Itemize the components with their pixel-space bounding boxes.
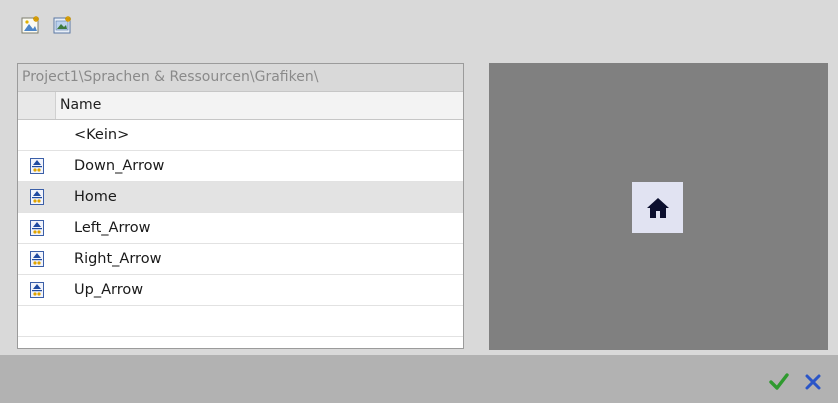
- icon-column-header: [18, 92, 56, 119]
- graphic-file-icon: [29, 251, 44, 267]
- dialog-footer: [0, 355, 838, 403]
- new-graphic-icon: [21, 16, 39, 34]
- graphic-preview-panel: [489, 63, 828, 350]
- toolbar: [18, 12, 76, 40]
- add-graphic-from-file-icon: [53, 16, 71, 34]
- path-breadcrumb: Project1\Sprachen & Ressourcen\Grafiken\: [18, 64, 463, 92]
- ok-button[interactable]: [766, 369, 791, 394]
- list-item-label: Left_Arrow: [74, 220, 151, 236]
- add-graphic-from-file-button[interactable]: [50, 12, 76, 38]
- list-item-home[interactable]: Home: [18, 182, 463, 213]
- list-item-left-arrow[interactable]: Left_Arrow: [18, 213, 463, 244]
- graphic-file-icon: [29, 220, 44, 236]
- graphic-file-icon: [29, 189, 44, 205]
- list-item-kein[interactable]: <Kein>: [18, 120, 463, 151]
- empty-row: [18, 306, 463, 337]
- preview-thumbnail: [632, 182, 683, 233]
- close-icon: [805, 374, 820, 389]
- list-item-down-arrow[interactable]: Down_Arrow: [18, 151, 463, 182]
- checkmark-icon: [768, 372, 789, 390]
- list-column-header: Name: [18, 92, 463, 120]
- list-item-label: Home: [74, 189, 117, 205]
- new-graphic-button[interactable]: [18, 12, 44, 38]
- list-item-up-arrow[interactable]: Up_Arrow: [18, 275, 463, 306]
- graphic-file-icon: [29, 282, 44, 298]
- graphic-file-icon: [29, 158, 44, 174]
- cancel-button[interactable]: [800, 369, 825, 394]
- home-icon: [646, 197, 669, 218]
- list-item-label: <Kein>: [74, 127, 130, 143]
- list-item-label: Up_Arrow: [74, 282, 144, 298]
- list-item-label: Down_Arrow: [74, 158, 165, 174]
- list-item-label: Right_Arrow: [74, 251, 162, 267]
- list-item-right-arrow[interactable]: Right_Arrow: [18, 244, 463, 275]
- name-column-header[interactable]: Name: [56, 92, 463, 119]
- graphics-list-panel: Project1\Sprachen & Ressourcen\Grafiken\…: [17, 63, 464, 349]
